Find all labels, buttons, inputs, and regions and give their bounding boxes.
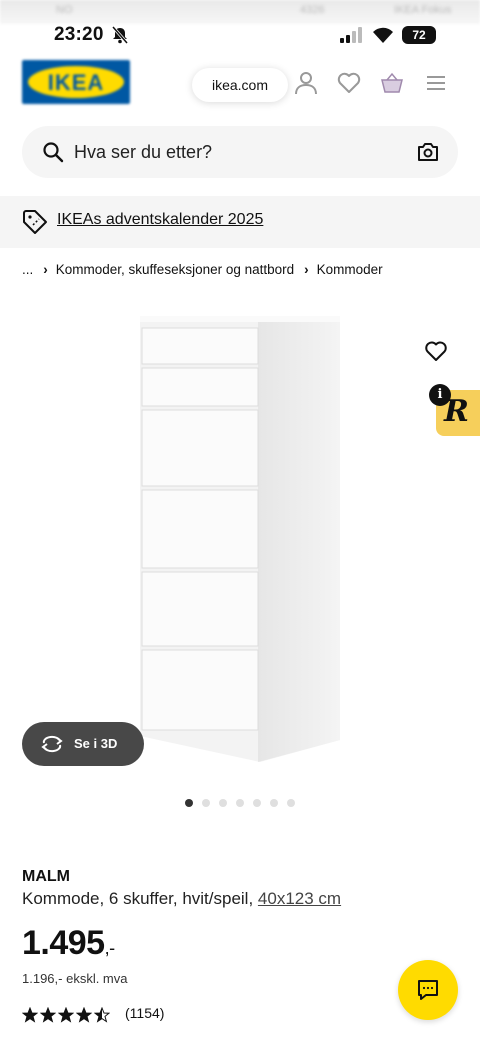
status-bar: NO 4326 IKEA Fokus 23:20 72 (0, 0, 480, 48)
breadcrumb: ... › Kommoder, skuffeseksjoner og nattbor… (22, 262, 389, 277)
breadcrumb-ellipsis[interactable]: ... (22, 262, 33, 277)
rotate-3d-icon (41, 735, 63, 753)
gallery-dot[interactable] (219, 799, 227, 807)
status-time: 23:20 (54, 24, 104, 45)
star-icon (39, 1006, 57, 1023)
signal-icon (340, 27, 362, 43)
see-in-3d-button[interactable]: Se i 3D (22, 722, 144, 766)
search-bar[interactable]: Hva ser du etter? (22, 126, 458, 178)
gallery-dot[interactable] (202, 799, 210, 807)
breadcrumb-item-dressers-category[interactable]: Kommoder, skuffeseksjoner og nattbord (56, 262, 294, 277)
product-price: 1.495,- (22, 924, 115, 963)
user-icon[interactable] (293, 70, 319, 96)
site-header: IKEA ikea.com (0, 48, 480, 118)
breadcrumb-item-dressers[interactable]: Kommoder (317, 262, 383, 277)
star-icon (93, 1006, 111, 1023)
product-dimensions-link[interactable]: 40x123 cm (258, 889, 341, 908)
product-name: MALM (22, 868, 70, 885)
gallery-pagination[interactable] (0, 799, 480, 809)
product-description: Kommode, 6 skuffer, hvit/speil, 40x123 c… (22, 889, 341, 909)
status-blur-text-1: NO (56, 4, 73, 16)
muted-bell-icon (112, 26, 128, 44)
status-blur-text-2: 4326 (300, 4, 325, 16)
chevron-right-icon: › (304, 262, 309, 277)
gallery-dot[interactable] (287, 799, 295, 807)
product-image-gallery[interactable]: R i Se i 3D (0, 296, 480, 788)
url-pill[interactable]: ikea.com (192, 68, 288, 102)
promo-banner[interactable]: IKEAs adventskalender 2025 (0, 196, 480, 248)
search-icon (43, 142, 64, 163)
chat-button[interactable] (398, 960, 458, 1020)
ikea-logo[interactable]: IKEA (22, 60, 130, 104)
tag-icon (23, 210, 47, 234)
search-placeholder[interactable]: Hva ser du etter? (74, 142, 212, 163)
status-blur-text-3: IKEA Fokus (394, 4, 452, 16)
promo-link[interactable]: IKEAs adventskalender 2025 (57, 211, 263, 229)
chat-icon (418, 980, 438, 1000)
product-image-dresser (140, 316, 340, 762)
star-icon (57, 1006, 75, 1023)
camera-search-icon[interactable] (416, 140, 440, 164)
review-count[interactable]: (1154) (125, 1005, 164, 1021)
gallery-dot[interactable] (185, 799, 193, 807)
wifi-icon (373, 27, 393, 43)
star-icon (75, 1006, 93, 1023)
gallery-dot[interactable] (253, 799, 261, 807)
gallery-dot[interactable] (236, 799, 244, 807)
price-value: 1.495 (22, 924, 105, 962)
product-description-text: Kommode, 6 skuffer, hvit/speil, (22, 889, 254, 908)
see-in-3d-label: Se i 3D (74, 736, 118, 751)
add-to-favourites-icon[interactable] (424, 340, 448, 362)
logo-text: IKEA (47, 70, 105, 95)
info-icon[interactable]: i (429, 384, 451, 406)
battery-indicator: 72 (402, 26, 436, 44)
star-icon (21, 1006, 39, 1023)
menu-icon[interactable] (423, 70, 449, 96)
basket-icon[interactable] (379, 70, 405, 96)
gallery-dot[interactable] (270, 799, 278, 807)
heart-icon[interactable] (336, 70, 362, 96)
price-suffix: ,- (104, 938, 116, 958)
rating-stars[interactable] (21, 1006, 112, 1023)
price-ex-vat: 1.196,- ekskl. mva (22, 971, 128, 986)
chevron-right-icon: › (43, 262, 48, 277)
